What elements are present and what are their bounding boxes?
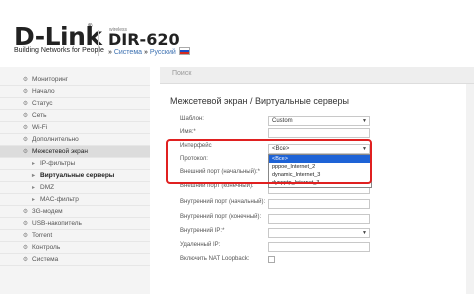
system-link[interactable]: Система — [114, 49, 142, 56]
gear-icon: ⚙ — [22, 89, 29, 95]
sidebar-item-firewall[interactable]: ⚙ Межсетевой экран — [0, 146, 150, 158]
gear-icon: ⚙ — [22, 137, 29, 143]
sidebar-item-label: 3G-модем — [32, 208, 63, 215]
int-port-start-field[interactable] — [268, 199, 370, 209]
sidebar-item-label: IP-фильтры — [40, 160, 76, 167]
system-nav-separator: » — [142, 49, 150, 56]
sidebar-item-label: USB-накопитель — [32, 220, 82, 227]
gear-icon: ⚙ — [22, 77, 29, 83]
gear-icon: ⚙ — [22, 101, 29, 107]
russia-flag-icon — [178, 47, 190, 55]
sidebar-item-label: Сеть — [32, 112, 47, 119]
int-ip-label: Внутренний IP:* — [180, 228, 225, 234]
sidebar-item-mac-filter[interactable]: ▸ MAC-фильтр — [0, 194, 150, 206]
int-ip-field[interactable]: ▼ — [268, 228, 370, 238]
chevron-down-icon: ▼ — [362, 230, 367, 236]
sidebar-item-advanced[interactable]: ⚙ Дополнительно — [0, 134, 150, 146]
header-divider — [98, 30, 99, 56]
sidebar-item-label: Межсетевой экран — [32, 148, 88, 155]
logo-trademark: ® — [88, 24, 93, 30]
sidebar-item-network[interactable]: ⚙ Сеть — [0, 110, 150, 122]
sidebar-item-start[interactable]: ⚙ Начало — [0, 86, 150, 98]
sidebar-item-label: Начало — [32, 88, 55, 95]
sidebar-item-label: Контроль — [32, 244, 61, 251]
header: D-Link ® Building Networks for People wi… — [0, 0, 474, 66]
sidebar-item-label: Дополнительно — [32, 136, 79, 143]
gear-icon: ⚙ — [22, 233, 29, 239]
name-field[interactable] — [268, 128, 370, 138]
gear-icon: ⚙ — [22, 125, 29, 131]
sidebar-item-label: MAC-фильтр — [40, 196, 79, 203]
sidebar-item-virtual-servers[interactable]: ▸ Виртуальные серверы — [0, 170, 150, 182]
sidebar-item-label: Статус — [32, 100, 53, 107]
sidebar-item-torrent[interactable]: ⚙ Torrent — [0, 230, 150, 242]
system-nav: » Система » Русский — [108, 47, 190, 56]
sidebar-item-label: Wi-Fi — [32, 124, 48, 131]
bullet-icon: ▸ — [31, 161, 35, 167]
gear-icon: ⚙ — [22, 221, 29, 227]
gear-icon: ⚙ — [22, 245, 29, 251]
sidebar-item-monitoring[interactable]: ⚙ Мониторинг — [0, 74, 150, 86]
sidebar-item-label: Виртуальные серверы — [40, 172, 115, 179]
remote-ip-label: Удаленный IP: — [180, 242, 221, 248]
nat-loopback-label: Включить NAT Loopback: — [180, 256, 250, 262]
model-name: DIR-620 — [108, 30, 180, 49]
sidebar-item-status[interactable]: ⚙ Статус — [0, 98, 150, 110]
chevron-down-icon: ▼ — [362, 118, 367, 124]
bullet-icon: ▸ — [31, 185, 35, 191]
sidebar-item-ip-filters[interactable]: ▸ IP-фильтры — [0, 158, 150, 170]
nat-loopback-checkbox[interactable] — [268, 256, 275, 263]
sidebar-item-label: Мониторинг — [32, 76, 69, 83]
gear-icon: ⚙ — [22, 209, 29, 215]
int-port-end-field[interactable] — [268, 214, 370, 224]
int-port-end-label: Внутренний порт (конечный): — [180, 214, 262, 220]
name-label: Имя:* — [180, 129, 196, 135]
sidebar-item-dmz[interactable]: ▸ DMZ — [0, 182, 150, 194]
bullet-icon: ▸ — [31, 197, 35, 203]
sidebar-item-system[interactable]: ⚙ Система — [0, 254, 150, 266]
remote-ip-field[interactable] — [268, 242, 370, 252]
search-input[interactable]: Поиск — [172, 70, 191, 77]
sidebar-item-usb-storage[interactable]: ⚙ USB-накопитель — [0, 218, 150, 230]
sidebar: ⚙ Мониторинг ⚙ Начало ⚙ Статус ⚙ Сеть ⚙ Wi-Fi… — [0, 67, 150, 294]
highlight-box — [166, 139, 372, 184]
logo-tagline: Building Networks for People — [14, 47, 104, 54]
language-link[interactable]: Русский — [150, 49, 176, 56]
sidebar-item-control[interactable]: ⚙ Контроль — [0, 242, 150, 254]
gear-icon: ⚙ — [22, 257, 29, 263]
template-value: Custom — [272, 118, 293, 124]
sidebar-item-label: DMZ — [40, 184, 55, 191]
sidebar-item-label: Система — [32, 256, 59, 263]
sidebar-item-wifi[interactable]: ⚙ Wi-Fi — [0, 122, 150, 134]
search-bar[interactable]: Поиск — [160, 67, 474, 84]
int-port-start-label: Внутренний порт (начальный): — [180, 199, 266, 205]
sidebar-item-label: Torrent — [32, 232, 53, 239]
bullet-icon: ▸ — [31, 173, 35, 179]
template-select[interactable]: Custom ▼ — [268, 116, 370, 126]
gear-icon: ⚙ — [22, 113, 29, 119]
sidebar-item-3g-modem[interactable]: ⚙ 3G-модем — [0, 206, 150, 218]
gear-icon: ⚙ — [22, 149, 29, 155]
scrollbar[interactable] — [466, 84, 474, 294]
page-title: Межсетевой экран / Виртуальные серверы — [170, 96, 350, 106]
template-label: Шаблон: — [180, 116, 204, 122]
